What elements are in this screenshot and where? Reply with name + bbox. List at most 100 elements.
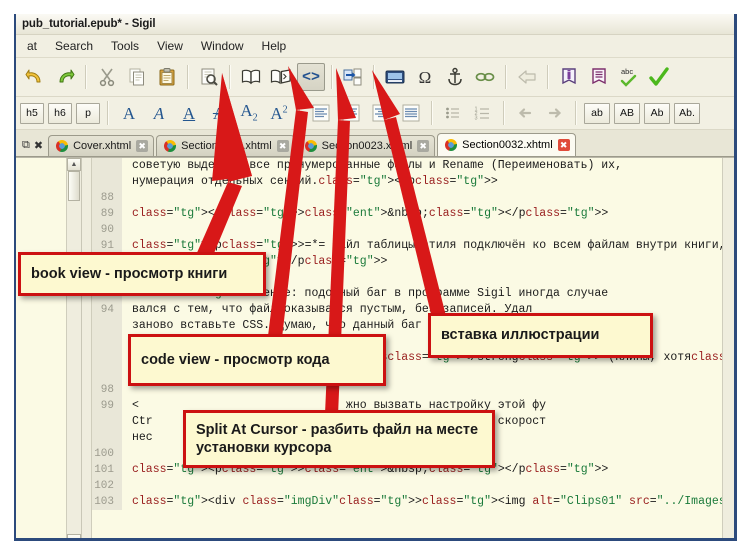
tab-close-icon[interactable]: ✖ [417,140,430,152]
uppercase-button[interactable]: AB [614,102,640,124]
restore-icon[interactable]: ⧉ [22,139,30,152]
chrome-favicon-icon [164,140,177,152]
align-center-icon[interactable] [337,99,365,127]
annotation-code-view[interactable]: code view - просмотр кода [128,334,386,386]
toolbar-separator [331,65,333,89]
line-number: 103 [92,494,122,510]
line-number: 102 [92,478,122,494]
insert-link-icon[interactable] [471,63,499,91]
sentencecase-button[interactable]: Ab. [674,102,700,124]
tab-section0032-xhtml[interactable]: Section0032.xhtml ✖ [437,133,576,156]
split-view-icon[interactable] [267,63,295,91]
title-bar: pub_tutorial.epub* - Sigil [16,14,737,35]
tab-section0023-xhtml[interactable]: Section0023.xhtml ✖ [296,135,436,156]
code-line: 102 [92,478,722,494]
heading-h6-button[interactable]: h6 [48,102,72,124]
code-line: 88 [92,190,722,206]
code-line: советую выделить все пронумерованные фай… [92,158,722,174]
line-number: 99 [92,398,122,414]
decrease-indent-icon[interactable] [511,99,539,127]
lowercase-button[interactable]: ab [584,102,610,124]
close-icon[interactable]: ✖ [34,139,43,152]
line-number: 88 [92,190,122,206]
validate-icon[interactable] [645,63,673,91]
scroll-up-arrow-icon[interactable]: ▲ [67,158,81,171]
code-line-text: советую выделить все пронумерованные фай… [132,159,622,172]
tab-close-icon[interactable]: ✖ [276,140,289,152]
annotation-insert-image[interactable]: вставка иллюстрации [428,313,653,358]
heading-h5-button[interactable]: h5 [20,102,44,124]
spellcheck-icon[interactable]: abc [615,63,643,91]
align-left-icon[interactable] [307,99,335,127]
line-number [92,334,122,350]
italic-icon[interactable]: A [145,99,173,127]
menu-item-help[interactable]: Help [253,37,296,55]
menu-bar: at Search Tools View Window Help [16,35,737,58]
tab-bar: ⧉ ✖ Cover.xhtml ✖ Section0039.xhtml ✖ Se… [16,130,737,157]
code-view-icon[interactable]: <> [297,63,325,91]
book-browser-scrollbar[interactable]: ▲ ▼ [66,158,81,541]
strikethrough-icon[interactable]: A [205,99,233,127]
line-number: 89 [92,206,122,222]
copy-icon[interactable] [123,63,151,91]
undo-icon[interactable] [21,63,49,91]
book-view-icon[interactable] [237,63,265,91]
svg-text:3: 3 [475,116,478,122]
insert-id-icon[interactable] [441,63,469,91]
code-line: 103 class="tg"><div class="imgDiv"class="… [92,494,722,510]
metadata-editor-icon[interactable] [555,63,583,91]
scrollbar-thumb[interactable] [68,171,80,201]
tab-close-icon[interactable]: ✖ [136,140,149,152]
line-number [92,318,122,334]
tab-label: Section0032.xhtml [462,139,553,151]
code-line: нумерация отдельных секций.class="tg"></… [92,174,722,190]
window-title: pub_tutorial.epub* - Sigil [22,18,156,30]
insert-image-icon[interactable] [381,63,409,91]
menu-item-search[interactable]: Search [46,37,102,55]
line-number: 101 [92,462,122,478]
tab-cover-xhtml[interactable]: Cover.xhtml ✖ [48,135,155,156]
numbered-list-icon[interactable]: 123 [469,99,497,127]
tab-window-controls: ⧉ ✖ [18,139,48,156]
redo-icon[interactable] [51,63,79,91]
toolbar-separator [505,65,507,89]
insert-special-character-icon[interactable]: Ω [411,63,439,91]
code-gutter-rule [82,158,92,541]
back-icon[interactable] [513,63,541,91]
tab-close-icon[interactable]: ✖ [557,139,570,151]
toolbar-separator [547,65,549,89]
menu-item-format[interactable]: at [18,37,46,55]
chrome-favicon-icon [445,139,458,151]
line-number: 98 [92,382,122,398]
titlecase-button[interactable]: Ab [644,102,670,124]
align-justify-icon[interactable] [397,99,425,127]
line-number [92,158,122,174]
generate-toc-icon[interactable] [585,63,613,91]
code-line-text: class="tg"><pclass="tg">>class="ent">&nb… [132,207,609,220]
toolbar-separator [431,101,433,125]
subscript-icon[interactable]: A2 [235,99,263,127]
split-at-cursor-icon[interactable] [339,63,367,91]
bullet-list-icon[interactable] [439,99,467,127]
superscript-icon[interactable]: A2 [265,99,293,127]
align-right-icon[interactable] [367,99,395,127]
paragraph-p-button[interactable]: p [76,102,100,124]
annotation-text: Split At Cursor - разбить файл на месте … [196,421,479,456]
menu-item-window[interactable]: Window [192,37,253,55]
underline-icon[interactable]: A [175,99,203,127]
cut-icon[interactable] [93,63,121,91]
annotation-split-at-cursor[interactable]: Split At Cursor - разбить файл на месте … [183,410,495,468]
annotation-book-view[interactable]: book view - просмотр книги [18,252,266,296]
menu-item-view[interactable]: View [148,37,192,55]
menu-item-tools[interactable]: Tools [102,37,148,55]
tab-label: Section0023.xhtml [321,140,413,152]
tab-section0039-xhtml[interactable]: Section0039.xhtml ✖ [156,135,295,156]
print-preview-icon[interactable] [195,63,223,91]
tab-label: Cover.xhtml [73,140,132,152]
line-number: 100 [92,446,122,462]
paste-icon[interactable] [153,63,181,91]
toolbar-separator [187,65,189,89]
increase-indent-icon[interactable] [541,99,569,127]
bold-icon[interactable]: A [115,99,143,127]
toolbar-separator [229,65,231,89]
